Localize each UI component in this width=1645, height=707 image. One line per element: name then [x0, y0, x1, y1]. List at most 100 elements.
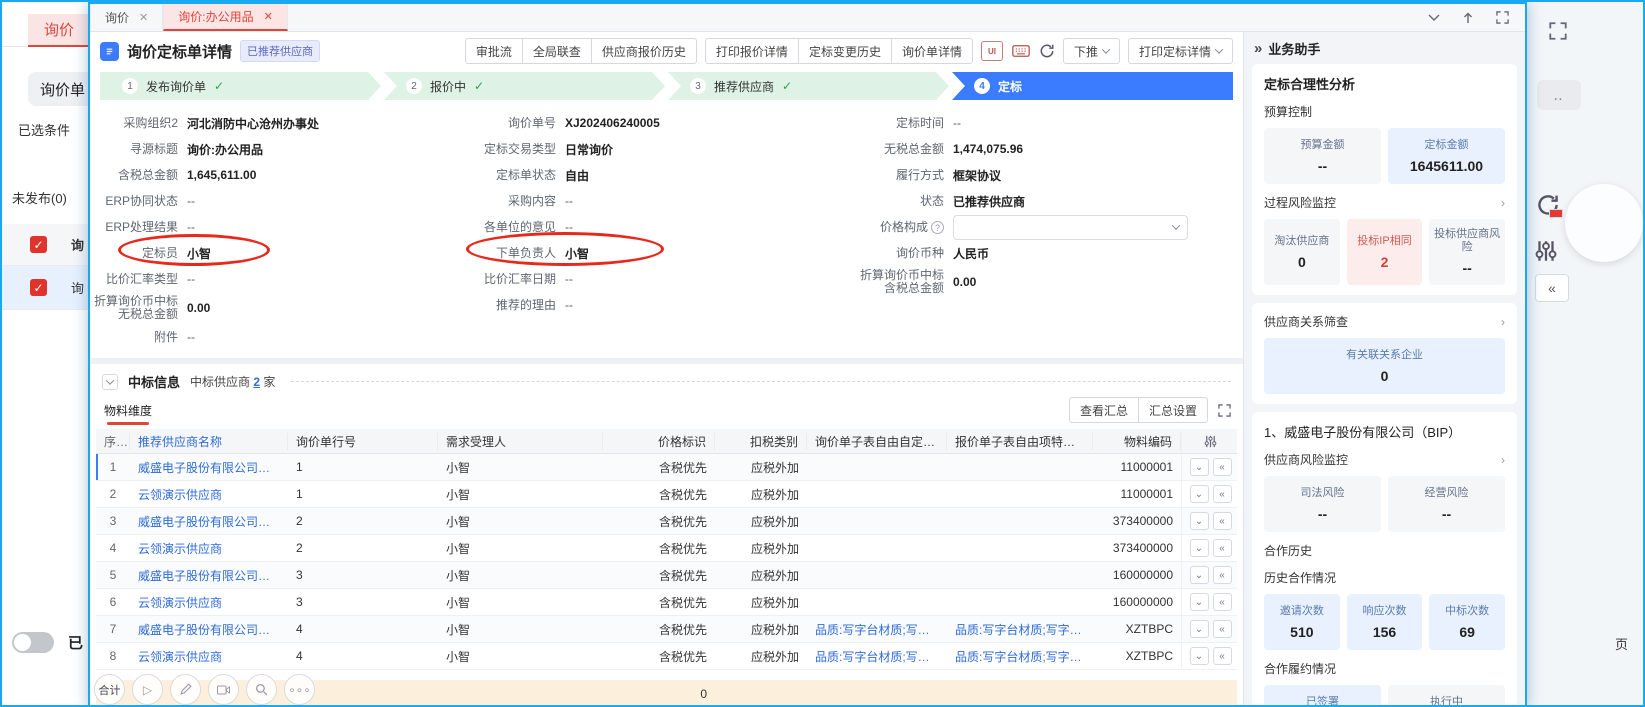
table-row[interactable]: 8 云领演示供应商 4 小智 含税优先 应税外加 品质:写字台材质;写字台颜..…: [96, 643, 1237, 670]
col-header-supplier[interactable]: 推荐供应商名称: [130, 433, 288, 450]
supplier-link[interactable]: 云领演示供应商: [130, 486, 288, 503]
status-badge: 已推荐供应商: [240, 40, 320, 62]
summary-settings-button[interactable]: 汇总设置: [1138, 397, 1208, 423]
col-header-custom[interactable]: 询价单子表自由自定义项: [807, 433, 947, 450]
col-header-feature[interactable]: 报价单子表自由项特征组: [947, 433, 1093, 450]
row-collapse-button[interactable]: «: [1213, 539, 1232, 557]
step-label: 发布询价单: [146, 78, 206, 95]
stat-award-amount: 定标金额 1645611.00: [1388, 128, 1505, 184]
view-summary-button[interactable]: 查看汇总: [1069, 397, 1139, 423]
col-header-code[interactable]: 物料编码: [1093, 433, 1181, 450]
checkbox-checked-icon[interactable]: ✓: [30, 279, 47, 296]
push-down-dropdown[interactable]: 下推: [1063, 38, 1120, 64]
supplier-link[interactable]: 威盛电子股份有限公司（BIP）: [130, 567, 288, 584]
field-label: 询价单号: [468, 117, 556, 130]
supplier-link[interactable]: 云领演示供应商: [130, 648, 288, 665]
col-header-tax[interactable]: 扣税类别: [715, 433, 807, 450]
refresh-icon[interactable]: [1039, 43, 1055, 59]
row-expand-button[interactable]: ⌄: [1190, 566, 1209, 584]
chevron-right-icon[interactable]: ›: [1501, 315, 1505, 329]
row-expand-button[interactable]: ⌄: [1190, 647, 1209, 665]
more-icon[interactable]: ∘∘∘: [284, 674, 315, 705]
supplier-link[interactable]: 威盛电子股份有限公司（BIP）: [130, 459, 288, 476]
row-expand-button[interactable]: ⌄: [1190, 485, 1209, 503]
table-row[interactable]: 5 威盛电子股份有限公司（BIP） 3 小智 含税优先 应税外加 1600000…: [96, 562, 1237, 589]
row-collapse-button[interactable]: «: [1213, 566, 1232, 584]
chevron-down-icon[interactable]: [1428, 14, 1440, 22]
col-header-no[interactable]: 序号: [96, 433, 130, 450]
chevron-right-icon[interactable]: ›: [1501, 196, 1505, 210]
stat-same-bid-ip: 投标IP相同 2: [1347, 219, 1423, 285]
expand-icon[interactable]: [1549, 22, 1567, 40]
ui-view-icon[interactable]: UI: [981, 41, 1003, 61]
row-expand-button[interactable]: ⌄: [1190, 593, 1209, 611]
double-chevron-icon[interactable]: »: [1254, 40, 1262, 57]
arrow-up-icon[interactable]: [1462, 12, 1474, 24]
supplier-link[interactable]: 威盛电子股份有限公司（BIP）: [130, 513, 288, 530]
toggle-switch[interactable]: [12, 632, 54, 653]
supplier-count-link[interactable]: 2: [253, 375, 260, 389]
background-list-row[interactable]: ✓ 询: [2, 266, 90, 310]
row-collapse-button[interactable]: «: [1213, 620, 1232, 638]
row-collapse-button[interactable]: «: [1213, 512, 1232, 530]
media-icon[interactable]: [208, 674, 239, 705]
more-button[interactable]: ‥: [1537, 80, 1581, 110]
supplier-link[interactable]: 云领演示供应商: [130, 594, 288, 611]
collapse-section-icon[interactable]: [102, 374, 118, 390]
supplier-link[interactable]: 云领演示供应商: [130, 540, 288, 557]
table-row[interactable]: 1 威盛电子股份有限公司（BIP） 1 小智 含税优先 应税外加 1100000…: [96, 454, 1237, 481]
table-row[interactable]: 6 云领演示供应商 3 小智 含税优先 应税外加 160000000 ⌄«: [96, 589, 1237, 616]
award-change-history-button[interactable]: 定标变更历史: [798, 38, 892, 64]
table-row[interactable]: 3 威盛电子股份有限公司（BIP） 2 小智 含税优先 应税外加 3734000…: [96, 508, 1237, 535]
expand-icon[interactable]: [1496, 11, 1509, 24]
approval-flow-button[interactable]: 审批流: [465, 38, 523, 64]
collapse-panel-button[interactable]: «: [1535, 274, 1569, 302]
help-icon[interactable]: ?: [931, 221, 944, 234]
row-expand-button[interactable]: ⌄: [1190, 539, 1209, 557]
row-collapse-button[interactable]: «: [1213, 458, 1232, 476]
floating-button-cluster[interactable]: [1565, 184, 1643, 262]
tab-inquiry[interactable]: 询价 ✕: [90, 4, 163, 31]
col-header-price[interactable]: 价格标识: [603, 433, 715, 450]
supplier-link[interactable]: 威盛电子股份有限公司（BIP）: [130, 621, 288, 638]
search-icon[interactable]: [246, 674, 277, 705]
price-composition-select[interactable]: [953, 215, 1188, 240]
close-tab-icon[interactable]: ✕: [264, 10, 273, 23]
supplier-quote-history-button[interactable]: 供应商报价历史: [591, 38, 697, 64]
row-expand-button[interactable]: ⌄: [1190, 512, 1209, 530]
unpublished-tab[interactable]: 未发布(0): [12, 188, 67, 207]
col-header-handler[interactable]: 需求受理人: [438, 433, 603, 450]
row-collapse-button[interactable]: «: [1213, 647, 1232, 665]
field-value: 0.00: [187, 301, 210, 315]
keyboard-icon[interactable]: [1011, 44, 1031, 58]
print-quote-detail-button[interactable]: 打印报价详情: [705, 38, 799, 64]
col-header-line[interactable]: 询价单行号: [288, 433, 438, 450]
global-link-check-button[interactable]: 全局联查: [522, 38, 592, 64]
field-value: --: [187, 220, 195, 234]
close-tab-icon[interactable]: ✕: [139, 11, 148, 24]
row-collapse-button[interactable]: «: [1213, 485, 1232, 503]
background-tab-inquiry[interactable]: 询价: [28, 14, 90, 47]
row-expand-button[interactable]: ⌄: [1190, 620, 1209, 638]
chevron-right-icon[interactable]: ›: [1501, 453, 1505, 467]
tab-inquiry-office-supplies[interactable]: 询价:办公用品 ✕: [163, 4, 288, 31]
column-settings-icon[interactable]: [1181, 429, 1239, 453]
expand-icon[interactable]: [1218, 404, 1231, 417]
filter-sliders-icon[interactable]: [1533, 238, 1559, 264]
table-row[interactable]: 4 云领演示供应商 2 小智 含税优先 应税外加 373400000 ⌄«: [96, 535, 1237, 562]
field-value: 1,645,611.00: [187, 168, 256, 182]
edit-pencil-icon[interactable]: [170, 674, 201, 705]
toggle-row: 已: [12, 632, 83, 653]
play-icon[interactable]: ▷: [132, 674, 163, 705]
checkbox-checked-icon[interactable]: ✓: [30, 236, 47, 253]
stat-related-companies: 有关联关系企业 0: [1264, 338, 1505, 394]
inquiry-order-detail-button[interactable]: 询价单详情: [891, 38, 973, 64]
print-award-detail-dropdown[interactable]: 打印定标详情: [1128, 38, 1233, 64]
row-expand-button[interactable]: ⌄: [1190, 458, 1209, 476]
table-row[interactable]: 7 威盛电子股份有限公司（BIP） 4 小智 含税优先 应税外加 品质:写字台材…: [96, 616, 1237, 643]
table-row[interactable]: 2 云领演示供应商 1 小智 含税优先 应税外加 11000001 ⌄«: [96, 481, 1237, 508]
row-collapse-button[interactable]: «: [1213, 593, 1232, 611]
refresh-icon[interactable]: [1531, 188, 1565, 222]
window-controls: [1428, 4, 1525, 31]
tab-material-dimension[interactable]: 物料维度: [102, 398, 154, 423]
